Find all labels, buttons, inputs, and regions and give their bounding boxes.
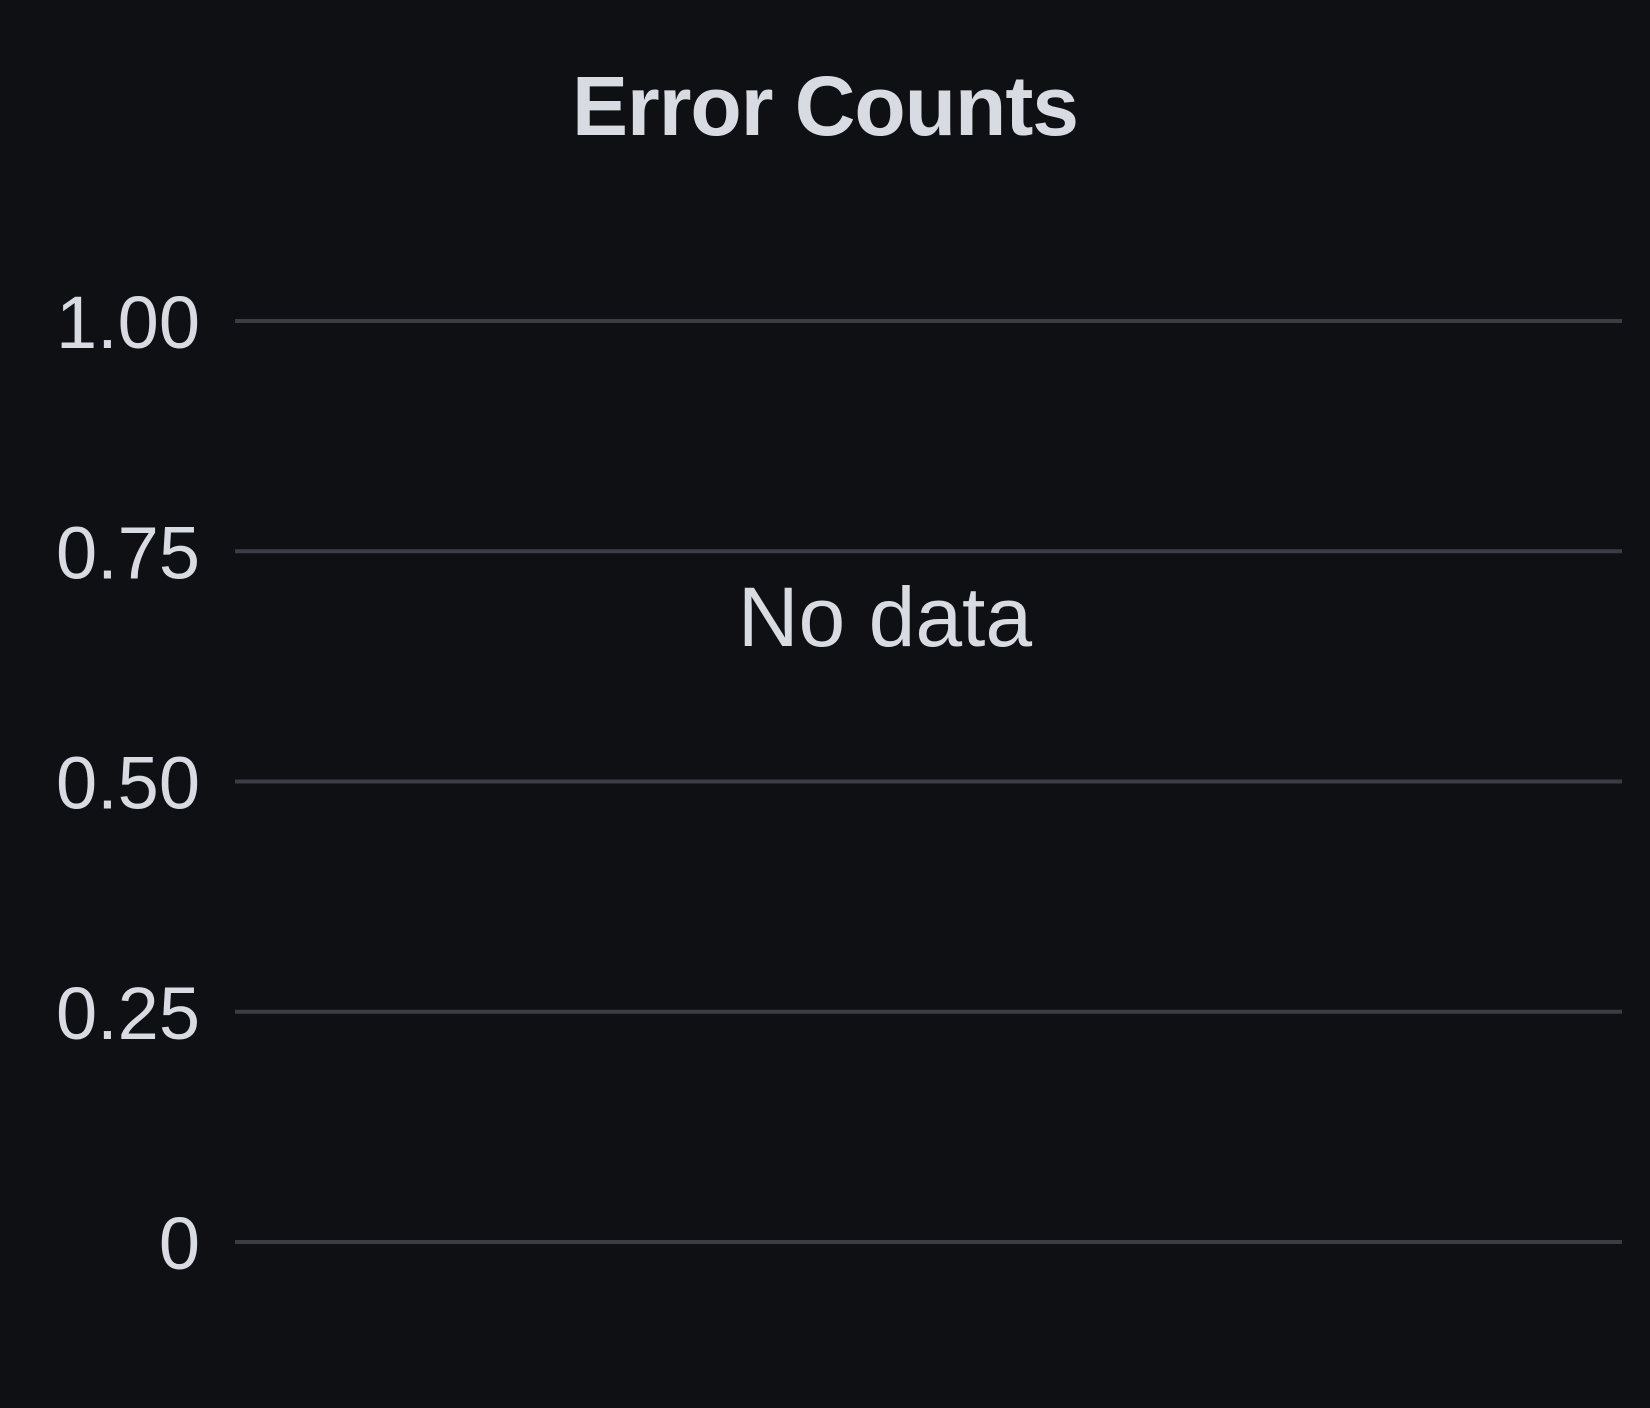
chart-panel: Error Counts 00.250.500.751.0010:2210:24… [0,0,1650,1408]
y-tick-label: 0.25 [56,972,200,1055]
chart-plot[interactable]: 00.250.500.751.0010:2210:24No data [0,0,1650,1408]
no-data-message: No data [738,570,1032,664]
y-tick-label: 0.75 [56,511,200,594]
y-tick-label: 0 [159,1202,200,1285]
y-tick-label: 0.50 [56,742,200,825]
y-tick-label: 1.00 [56,281,200,364]
